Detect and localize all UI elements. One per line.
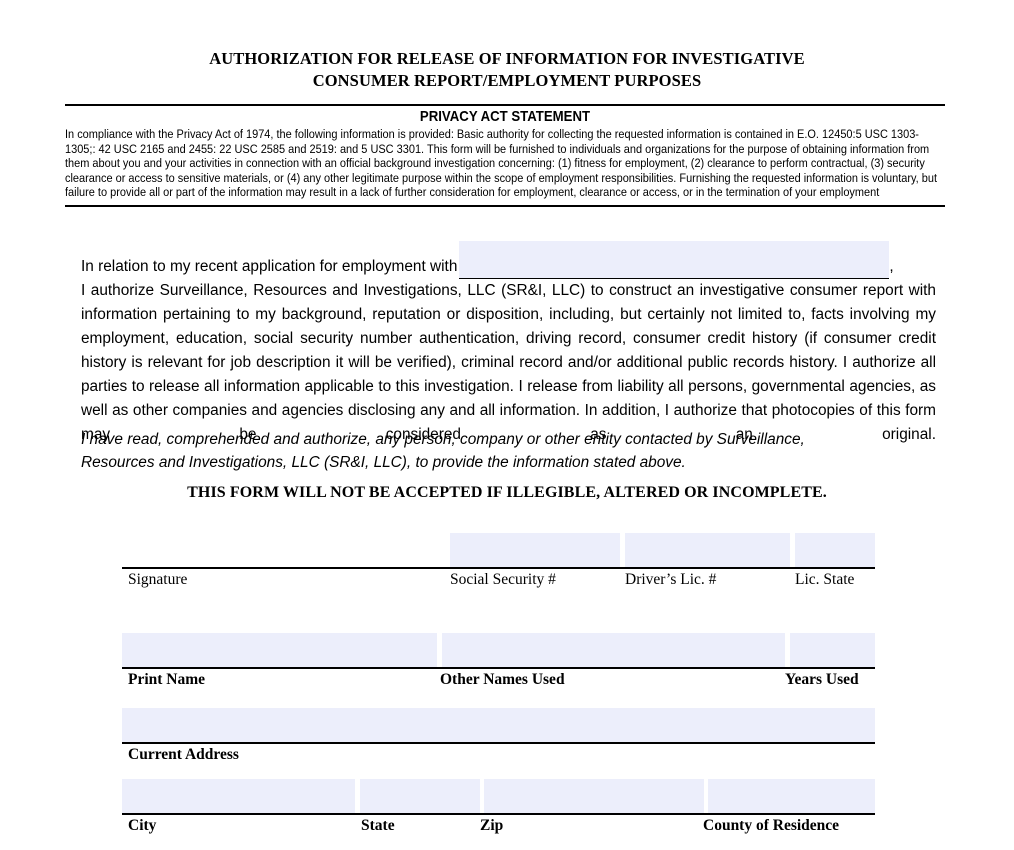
authorization-intro-line: In relation to my recent application for… bbox=[81, 241, 936, 279]
authorization-intro-suffix: , bbox=[889, 258, 894, 275]
years-used-input[interactable] bbox=[790, 633, 875, 667]
county-of-residence-label: County of Residence bbox=[703, 817, 840, 834]
privacy-act-heading: PRIVACY ACT STATEMENT bbox=[419, 108, 591, 125]
license-state-input[interactable] bbox=[795, 533, 875, 567]
print-name-row-fields bbox=[122, 633, 875, 667]
attestation-line-2: Resources and Investigations, LLC (SR&I,… bbox=[81, 454, 686, 471]
current-address-row-labels: Current Address bbox=[122, 744, 875, 766]
state-label: State bbox=[361, 817, 395, 834]
attestation-line-1: I have read, comprehended and authorize,… bbox=[81, 431, 805, 448]
title-line-1: AUTHORIZATION FOR RELEASE OF INFORMATION… bbox=[209, 49, 805, 68]
state-input[interactable] bbox=[360, 779, 480, 813]
drivers-license-number-label: Driver’s Lic. # bbox=[625, 571, 717, 588]
county-of-residence-input[interactable] bbox=[708, 779, 875, 813]
signature-label: Signature bbox=[128, 571, 188, 588]
drivers-license-number-input[interactable] bbox=[625, 533, 790, 567]
page-title: AUTHORIZATION FOR RELEASE OF INFORMATION… bbox=[0, 48, 1014, 92]
current-address-input[interactable] bbox=[122, 708, 875, 742]
print-name-row-labels: Print Name Other Names Used Years Used bbox=[122, 669, 875, 691]
other-names-used-label: Other Names Used bbox=[440, 671, 565, 688]
other-names-used-input[interactable] bbox=[442, 633, 785, 667]
current-address-row: Current Address bbox=[122, 708, 875, 766]
print-name-label: Print Name bbox=[128, 671, 206, 688]
privacy-act-body: In compliance with the Privacy Act of 19… bbox=[65, 127, 938, 200]
city-label: City bbox=[128, 817, 157, 834]
city-state-zip-row-labels: City State Zip County of Residence bbox=[122, 815, 875, 837]
current-address-label: Current Address bbox=[128, 746, 239, 763]
authorization-intro-prefix: In relation to my recent application for… bbox=[81, 258, 458, 275]
signature-row: Signature Social Security # Driver’s Lic. … bbox=[122, 533, 875, 591]
city-input[interactable] bbox=[122, 779, 355, 813]
license-state-label: Lic. State bbox=[795, 571, 855, 588]
zip-input[interactable] bbox=[484, 779, 704, 813]
current-address-row-fields bbox=[122, 708, 875, 742]
zip-label: Zip bbox=[480, 817, 504, 834]
document-page: AUTHORIZATION FOR RELEASE OF INFORMATION… bbox=[0, 0, 1014, 850]
attestation-paragraph: I have read, comprehended and authorize,… bbox=[81, 428, 936, 474]
illegible-notice: THIS FORM WILL NOT BE ACCEPTED IF ILLEGI… bbox=[187, 484, 827, 501]
print-name-input[interactable] bbox=[122, 633, 437, 667]
title-line-2: CONSUMER REPORT/EMPLOYMENT PURPOSES bbox=[312, 71, 702, 90]
city-state-zip-row-fields bbox=[122, 779, 875, 813]
signature-row-fields bbox=[122, 533, 875, 567]
print-name-row: Print Name Other Names Used Years Used bbox=[122, 633, 875, 691]
city-state-zip-row: City State Zip County of Residence bbox=[122, 779, 875, 837]
social-security-number-input[interactable] bbox=[450, 533, 620, 567]
employer-name-slot bbox=[459, 241, 890, 279]
social-security-number-label: Social Security # bbox=[450, 571, 556, 588]
privacy-act-statement-section: PRIVACY ACT STATEMENT In compliance with… bbox=[65, 104, 945, 207]
years-used-label: Years Used bbox=[785, 671, 859, 688]
employer-name-input[interactable] bbox=[459, 241, 890, 278]
signature-row-labels: Signature Social Security # Driver’s Lic. … bbox=[122, 569, 875, 591]
